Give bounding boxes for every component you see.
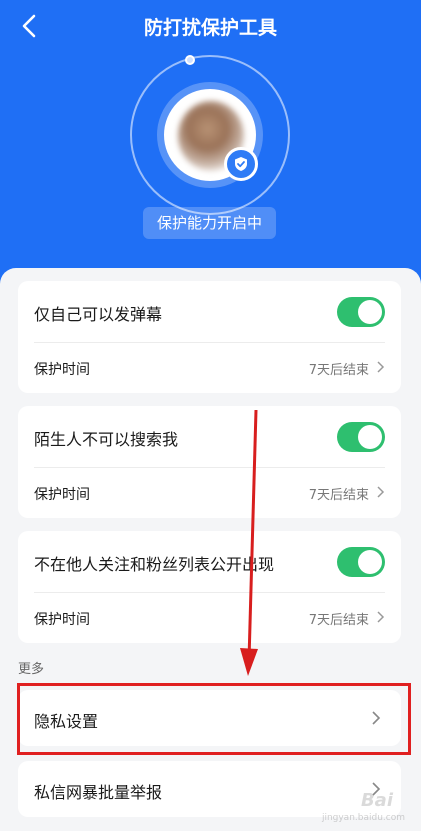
ring-dot <box>185 55 195 65</box>
protection-time-row[interactable]: 保护时间 7天后结束 <box>34 593 385 643</box>
setting-toggle[interactable] <box>337 547 385 577</box>
toggle-knob <box>358 425 382 449</box>
toggle-knob <box>358 300 382 324</box>
chevron-right-icon <box>377 611 385 623</box>
setting-label: 陌生人不可以搜索我 <box>34 430 179 449</box>
time-label: 保护时间 <box>34 612 90 628</box>
setting-label: 仅自己可以发弹幕 <box>34 305 163 324</box>
setting-label: 不在他人关注和粉丝列表公开出现 <box>34 555 275 574</box>
page-title: 防打扰保护工具 <box>143 17 277 39</box>
setting-row: 仅自己可以发弹幕 <box>34 281 385 343</box>
watermark-text: Bai <box>360 790 393 811</box>
chevron-right-icon <box>377 361 385 373</box>
setting-card: 仅自己可以发弹幕 保护时间 7天后结束 <box>18 281 401 393</box>
toggle-knob <box>358 550 382 574</box>
setting-card: 不在他人关注和粉丝列表公开出现 保护时间 7天后结束 <box>18 531 401 643</box>
setting-row: 陌生人不可以搜索我 <box>34 406 385 468</box>
setting-toggle[interactable] <box>337 297 385 327</box>
time-label: 保护时间 <box>34 362 90 378</box>
time-label: 保护时间 <box>34 487 90 503</box>
time-value: 7天后结束 <box>308 488 369 503</box>
time-value: 7天后结束 <box>308 363 369 378</box>
watermark-logo: Bai jingyan.baidu.com <box>321 790 413 825</box>
annotation-highlight-box <box>17 683 411 755</box>
section-label-more: 更多 <box>18 662 45 677</box>
protection-indicator <box>130 55 290 215</box>
header: 防打扰保护工具 保护能力开启中 <box>0 0 421 290</box>
chevron-right-icon <box>377 486 385 498</box>
watermark-sub: jingyan.baidu.com <box>321 813 405 823</box>
protection-time-row[interactable]: 保护时间 7天后结束 <box>34 468 385 518</box>
setting-card: 陌生人不可以搜索我 保护时间 7天后结束 <box>18 406 401 518</box>
list-item-label: 私信网暴批量举报 <box>34 783 163 802</box>
status-badge: 保护能力开启中 <box>143 207 276 239</box>
protection-time-row[interactable]: 保护时间 7天后结束 <box>34 343 385 393</box>
time-value: 7天后结束 <box>308 613 369 628</box>
setting-row: 不在他人关注和粉丝列表公开出现 <box>34 531 385 593</box>
shield-check-icon <box>224 147 258 181</box>
setting-toggle[interactable] <box>337 422 385 452</box>
